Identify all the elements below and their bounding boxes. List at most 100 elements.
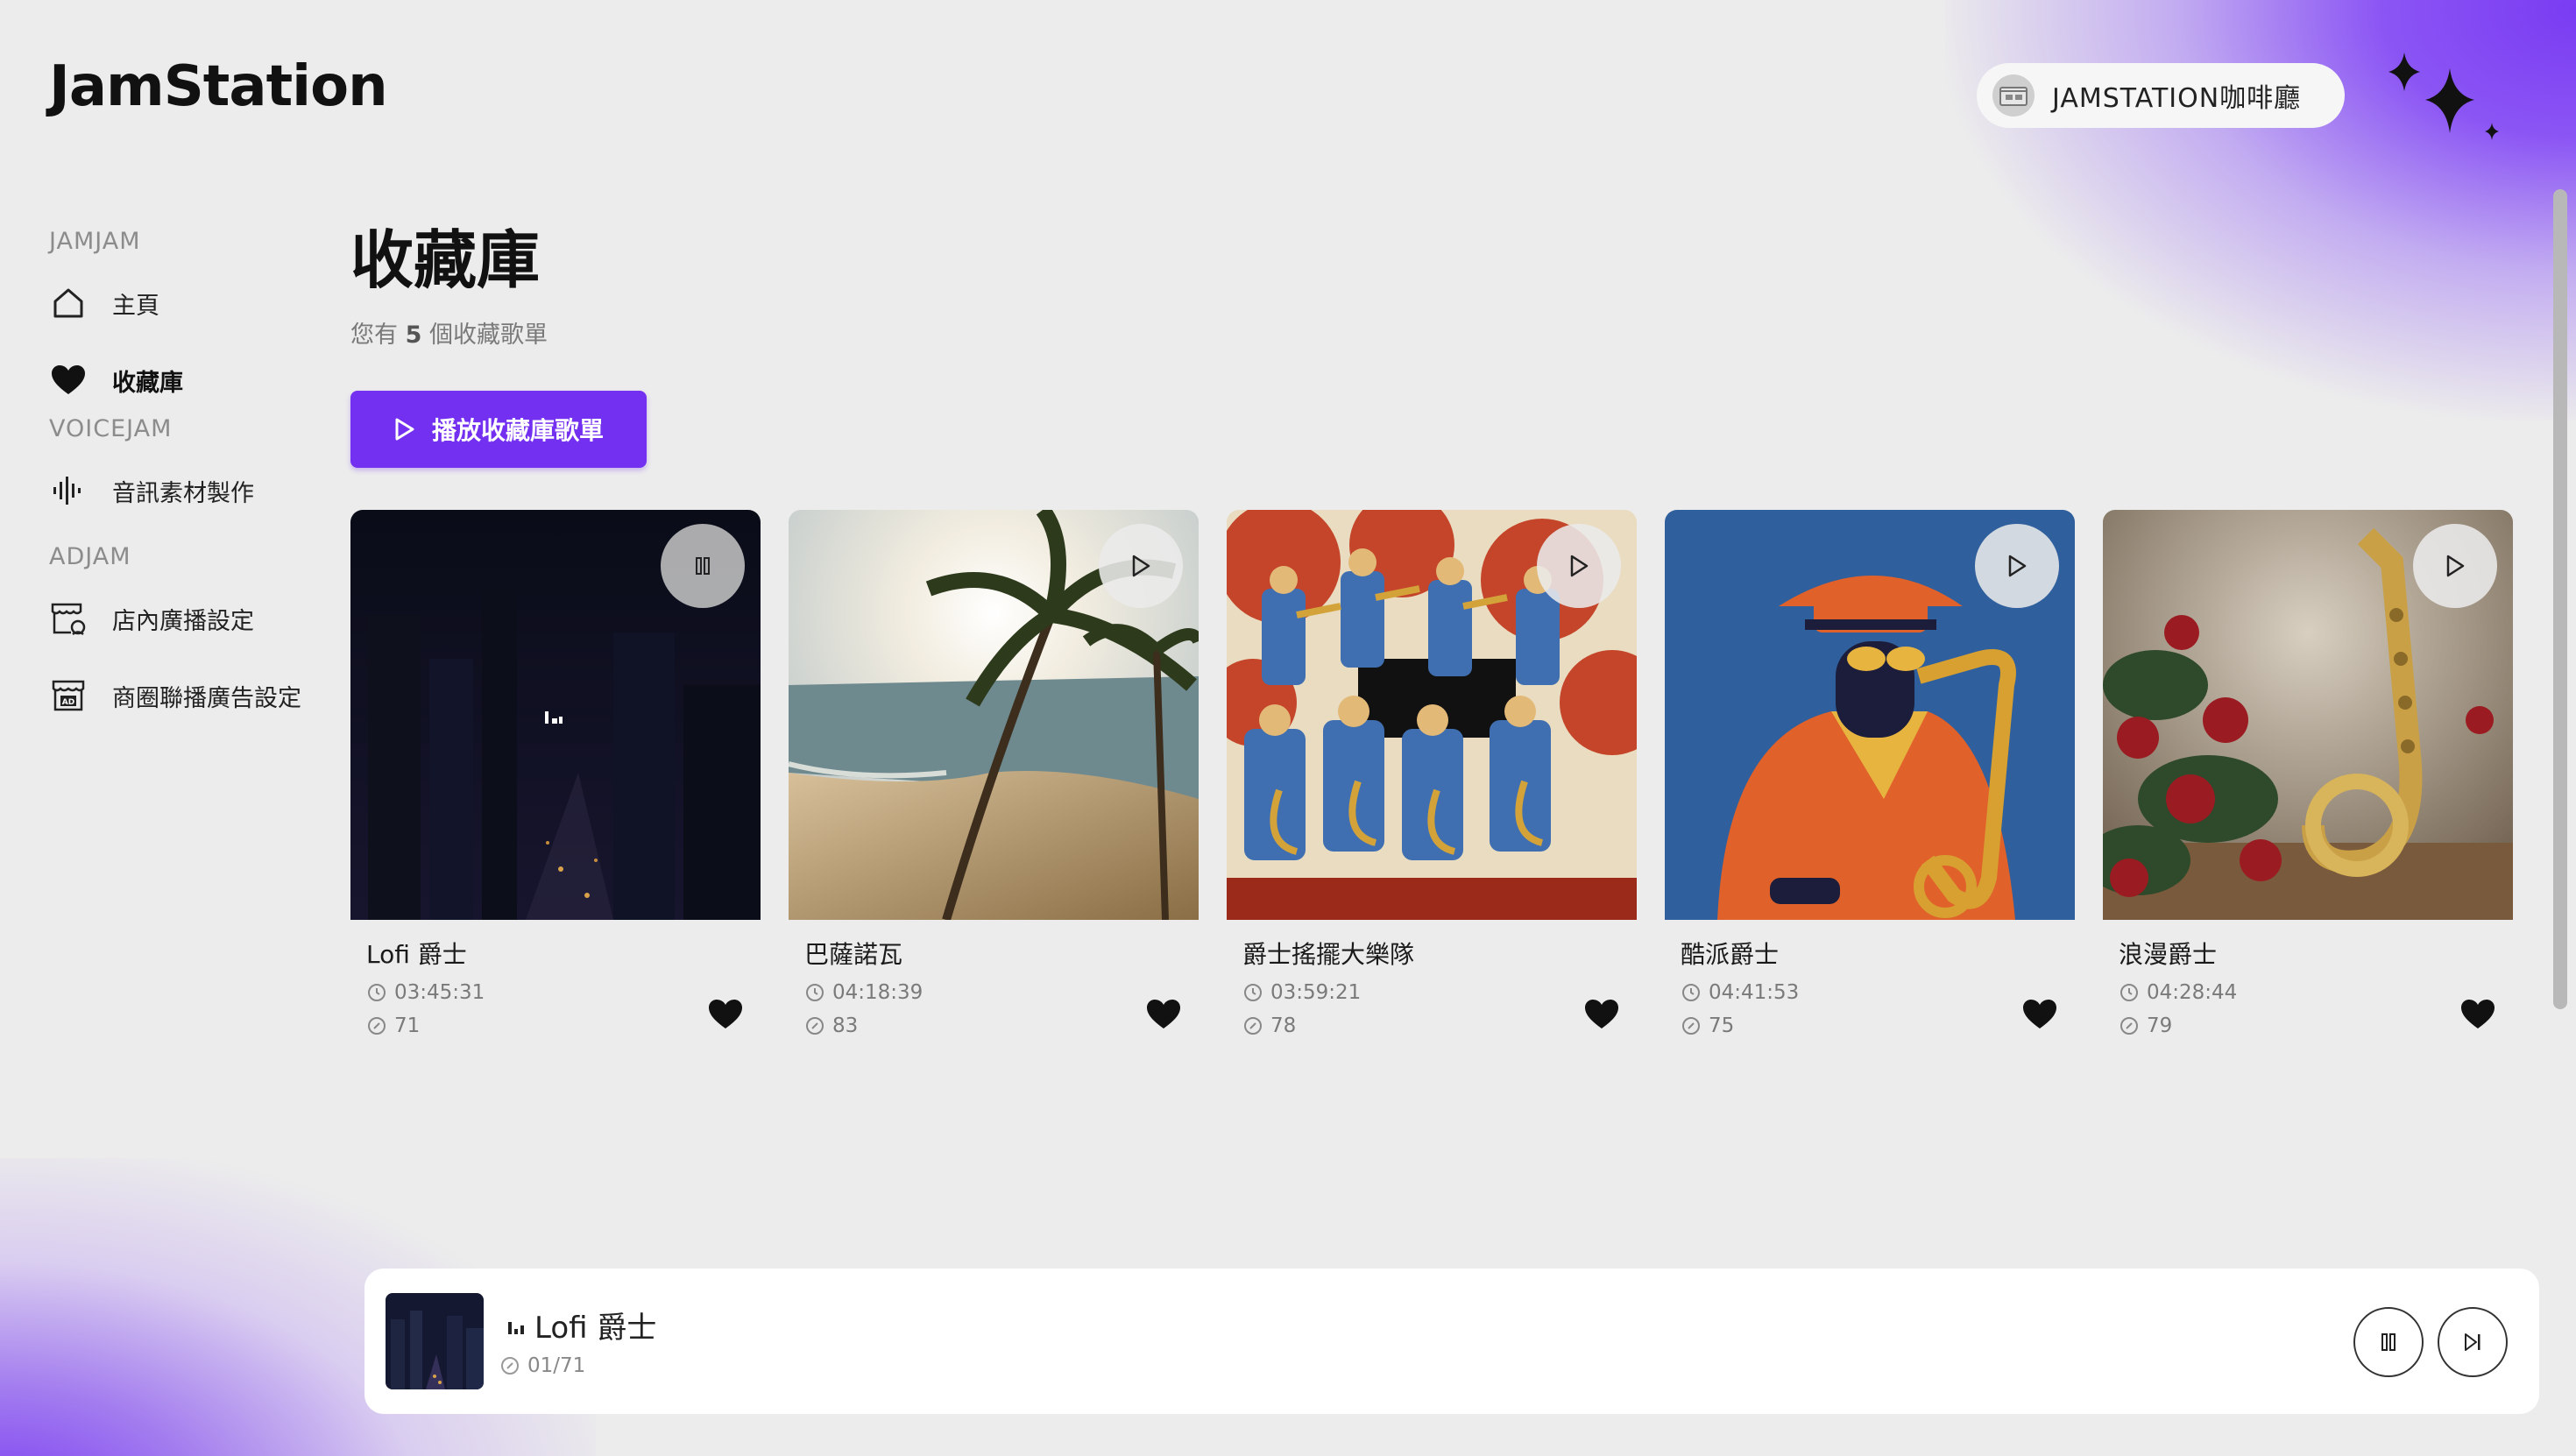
- home-icon: [49, 284, 88, 322]
- clock-icon: [806, 984, 824, 1001]
- sidebar-item-label: 收藏庫: [112, 369, 183, 397]
- app-logo[interactable]: JamStation: [49, 54, 388, 119]
- playlist-title[interactable]: 巴薩諾瓦: [804, 936, 902, 971]
- sidebar-item-label: 音訊素材製作: [112, 479, 254, 507]
- play-icon: [395, 418, 414, 441]
- play-button[interactable]: [1537, 524, 1621, 608]
- subtitle-suffix: 個收藏歌單: [428, 322, 548, 349]
- sidebar-item-favorites[interactable]: 收藏庫: [49, 356, 183, 405]
- now-playing-track-position: 01/71: [499, 1354, 585, 1377]
- playlist-card[interactable]: 浪漫爵士 04:28:44 79: [2103, 510, 2513, 1053]
- player-pause-button[interactable]: [2353, 1307, 2424, 1377]
- playlist-cover[interactable]: [1665, 510, 2075, 920]
- store-broadcast-icon: [49, 599, 88, 638]
- store-avatar-icon: [1992, 74, 2035, 117]
- disc-icon: [2120, 1017, 2138, 1035]
- playlist-track-count: 75: [1681, 1014, 1734, 1037]
- duration-text: 03:45:31: [394, 981, 485, 1004]
- sidebar-item-label: 主頁: [112, 292, 159, 320]
- duration-text: 04:18:39: [832, 981, 924, 1004]
- playlist-duration: 04:18:39: [804, 981, 923, 1004]
- play-all-favorites-button[interactable]: 播放收藏庫歌單: [350, 391, 647, 468]
- playlist-track-count: 71: [366, 1014, 420, 1037]
- disc-icon: [1244, 1017, 1262, 1035]
- playlist-card[interactable]: 酷派爵士 04:41:53 75: [1665, 510, 2075, 1053]
- clock-icon: [1682, 984, 1700, 1001]
- sidebar-item-store-broadcast[interactable]: 店內廣播設定: [49, 594, 254, 643]
- disc-icon: [806, 1017, 824, 1035]
- track-count-text: 78: [1270, 1014, 1297, 1037]
- playlist-title[interactable]: Lofi 爵士: [366, 936, 467, 971]
- user-account-pill[interactable]: JAMSTATION咖啡廳: [1977, 63, 2345, 128]
- clock-icon: [1244, 984, 1262, 1001]
- now-playing-title-text: Lofi 爵士: [534, 1311, 657, 1346]
- pause-icon: [2381, 1333, 2396, 1351]
- now-playing-cover[interactable]: [386, 1293, 484, 1389]
- playlist-duration: 04:41:53: [1681, 981, 1799, 1004]
- favorite-heart-icon[interactable]: [1146, 997, 1181, 1032]
- track-count-text: 75: [1709, 1014, 1735, 1037]
- equalizer-icon: [508, 1321, 524, 1334]
- clock-icon: [2120, 984, 2138, 1001]
- favorite-heart-icon[interactable]: [708, 997, 743, 1032]
- favorite-heart-icon[interactable]: [2460, 997, 2495, 1032]
- play-icon: [1570, 555, 1589, 577]
- play-button[interactable]: [1975, 524, 2059, 608]
- play-button[interactable]: [1099, 524, 1183, 608]
- play-icon: [2446, 555, 2465, 577]
- track-count-text: 71: [394, 1014, 421, 1037]
- section-label-jamjam: JAMJAM: [49, 228, 141, 255]
- playlist-duration: 03:59:21: [1242, 981, 1361, 1004]
- favorites-count-text: 您有 5 個收藏歌單: [350, 315, 548, 350]
- favorites-count: 5: [405, 322, 422, 349]
- clock-icon: [368, 984, 386, 1001]
- playlist-track-count: 78: [1242, 1014, 1296, 1037]
- playlist-cover[interactable]: [2103, 510, 2513, 920]
- playlist-cover[interactable]: [1227, 510, 1637, 920]
- play-icon: [2008, 555, 2027, 577]
- pause-icon: [696, 557, 710, 575]
- favorite-heart-icon[interactable]: [2022, 997, 2057, 1032]
- sidebar-item-label: 店內廣播設定: [112, 607, 254, 635]
- sparkle-icon[interactable]: [2380, 49, 2511, 145]
- playlist-track-count: 83: [804, 1014, 858, 1037]
- page-title: 收藏庫: [350, 223, 541, 297]
- user-name: JAMSTATION咖啡廳: [2052, 83, 2302, 114]
- duration-text: 04:41:53: [1709, 981, 1800, 1004]
- svg-text:AD: AD: [62, 698, 74, 707]
- disc-icon: [501, 1357, 519, 1375]
- playlist-title[interactable]: 酷派爵士: [1681, 936, 1779, 971]
- playlist-card[interactable]: 爵士搖擺大樂隊 03:59:21 78: [1227, 510, 1637, 1053]
- favorite-heart-icon[interactable]: [1584, 997, 1619, 1032]
- sidebar-item-audio-production[interactable]: 音訊素材製作: [49, 466, 254, 515]
- disc-icon: [1682, 1017, 1700, 1035]
- sidebar-item-home[interactable]: 主頁: [49, 279, 159, 328]
- section-label-adjam: ADJAM: [49, 543, 131, 570]
- now-playing-bar: Lofi 爵士 01/71: [364, 1269, 2539, 1414]
- play-button[interactable]: [2413, 524, 2497, 608]
- playlist-cover[interactable]: [789, 510, 1199, 920]
- playlist-duration: 04:28:44: [2119, 981, 2237, 1004]
- duration-text: 04:28:44: [2147, 981, 2238, 1004]
- vertical-scrollbar[interactable]: [2553, 189, 2567, 1009]
- playlist-title[interactable]: 爵士搖擺大樂隊: [1242, 936, 1414, 971]
- section-label-voicejam: VOICEJAM: [49, 415, 173, 442]
- playlist-card[interactable]: Lofi 爵士 03:45:31 71: [350, 510, 761, 1053]
- track-count-text: 83: [832, 1014, 859, 1037]
- skip-next-icon: [2465, 1333, 2480, 1351]
- playlist-card[interactable]: 巴薩諾瓦 04:18:39 83: [789, 510, 1199, 1053]
- playlist-cover[interactable]: [350, 510, 761, 920]
- now-playing-title: Lofi 爵士: [506, 1304, 656, 1346]
- track-count-text: 79: [2147, 1014, 2173, 1037]
- waveform-icon: [49, 471, 88, 510]
- play-icon: [1132, 555, 1150, 577]
- ad-store-icon: AD: [49, 676, 88, 715]
- playlist-track-count: 79: [2119, 1014, 2172, 1037]
- player-next-button[interactable]: [2438, 1307, 2508, 1377]
- pause-button[interactable]: [661, 524, 745, 608]
- sidebar-item-label: 商圈聯播廣告設定: [112, 684, 301, 712]
- play-all-label: 播放收藏庫歌單: [431, 416, 604, 445]
- playlist-title[interactable]: 浪漫爵士: [2119, 936, 2217, 971]
- disc-icon: [368, 1017, 386, 1035]
- sidebar-item-district-ads[interactable]: AD 商圈聯播廣告設定: [49, 671, 301, 720]
